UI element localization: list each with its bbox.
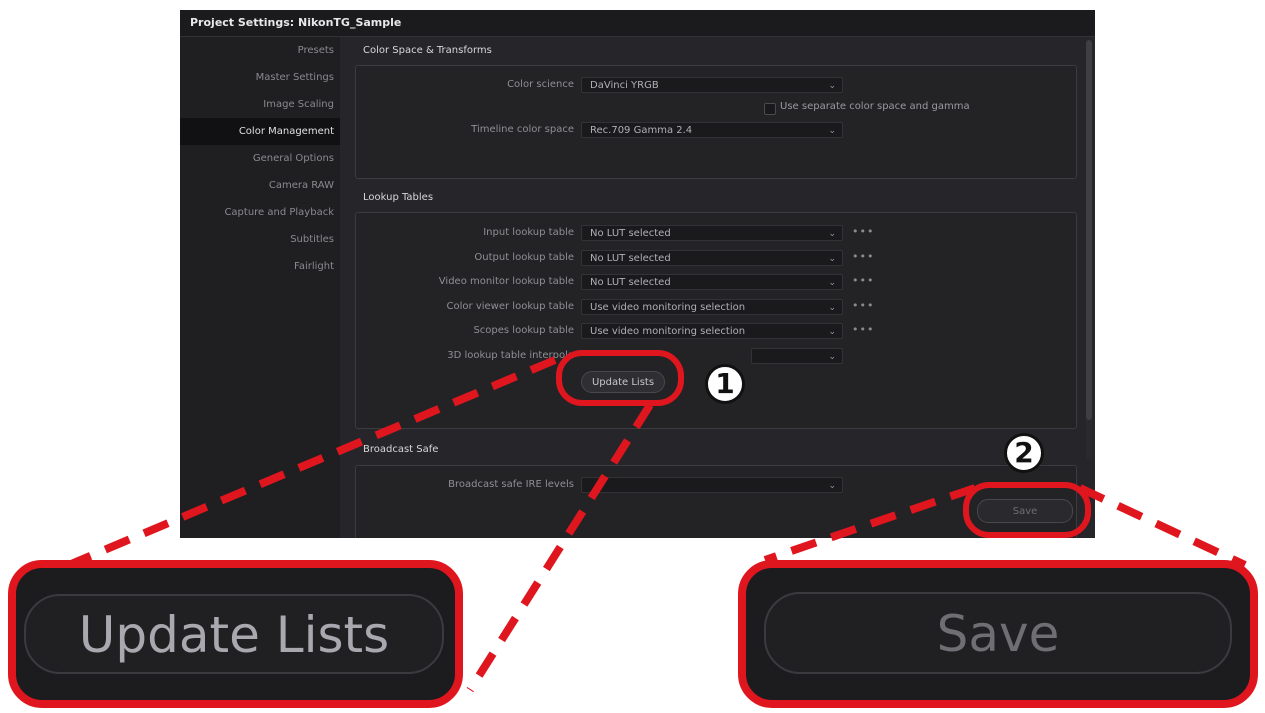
chevron-down-icon: ⌄: [828, 352, 836, 362]
callout-line-right-right: [1078, 484, 1247, 569]
sidebar-item-color-management[interactable]: Color Management: [180, 118, 340, 145]
timeline-color-space-label: Timeline color space: [471, 124, 574, 135]
more-options-icon[interactable]: •••: [852, 225, 874, 238]
video-monitor-lut-select[interactable]: No LUT selected ⌄: [581, 274, 843, 290]
settings-sidebar: Presets Master Settings Image Scaling Co…: [180, 37, 340, 538]
chevron-down-icon: ⌄: [828, 278, 836, 288]
scrollbar-thumb[interactable]: [1086, 40, 1092, 420]
zoomed-save-button: Save: [764, 592, 1232, 674]
sidebar-item-fairlight[interactable]: Fairlight: [180, 253, 340, 280]
chevron-down-icon: ⌄: [828, 126, 836, 136]
window-title: Project Settings: NikonTG_Sample: [180, 10, 1095, 37]
more-options-icon[interactable]: •••: [852, 250, 874, 263]
output-lut-label: Output lookup table: [474, 252, 574, 263]
sidebar-item-image-scaling[interactable]: Image Scaling: [180, 91, 340, 118]
section-title-color-space: Color Space & Transforms: [363, 45, 492, 56]
broadcast-safe-group: Broadcast safe IRE levels ⌄: [355, 465, 1077, 538]
chevron-down-icon: ⌄: [828, 303, 836, 313]
input-lut-value: No LUT selected: [590, 228, 671, 239]
input-lut-select[interactable]: No LUT selected ⌄: [581, 225, 843, 241]
chevron-down-icon: ⌄: [828, 229, 836, 239]
separate-color-space-checkbox[interactable]: [764, 103, 776, 115]
project-settings-window: Project Settings: NikonTG_Sample Presets…: [180, 10, 1095, 538]
color-viewer-lut-label: Color viewer lookup table: [446, 301, 574, 312]
separate-color-space-label: Use separate color space and gamma: [780, 101, 970, 112]
section-title-broadcast-safe: Broadcast Safe: [363, 444, 439, 455]
settings-content: Color Space & Transforms Color science D…: [355, 37, 1077, 538]
save-zoom-panel: Save: [738, 560, 1258, 708]
color-science-select[interactable]: DaVinci YRGB ⌄: [581, 77, 843, 93]
scopes-lut-value: Use video monitoring selection: [590, 326, 746, 337]
update-lists-button[interactable]: Update Lists: [581, 371, 665, 393]
more-options-icon[interactable]: •••: [852, 323, 874, 336]
step-one-badge: 1: [705, 364, 745, 404]
zoomed-update-lists-button: Update Lists: [24, 594, 444, 674]
color-viewer-lut-value: Use video monitoring selection: [590, 302, 746, 313]
sidebar-item-capture-playback[interactable]: Capture and Playback: [180, 199, 340, 226]
chevron-down-icon: ⌄: [828, 254, 836, 264]
more-options-icon[interactable]: •••: [852, 299, 874, 312]
broadcast-ire-select[interactable]: ⌄: [581, 477, 843, 493]
sidebar-item-general-options[interactable]: General Options: [180, 145, 340, 172]
lut-interpolation-select[interactable]: ⌄: [751, 348, 843, 364]
timeline-color-space-value: Rec.709 Gamma 2.4: [590, 125, 693, 136]
scopes-lut-select[interactable]: Use video monitoring selection ⌄: [581, 323, 843, 339]
sidebar-item-master-settings[interactable]: Master Settings: [180, 64, 340, 91]
scopes-lut-label: Scopes lookup table: [473, 325, 574, 336]
color-space-group: Color science DaVinci YRGB ⌄ Use separat…: [355, 65, 1077, 179]
chevron-down-icon: ⌄: [828, 327, 836, 337]
color-science-label: Color science: [507, 79, 574, 90]
sidebar-item-subtitles[interactable]: Subtitles: [180, 226, 340, 253]
color-science-value: DaVinci YRGB: [590, 80, 659, 91]
more-options-icon[interactable]: •••: [852, 274, 874, 287]
chevron-down-icon: ⌄: [828, 81, 836, 91]
sidebar-item-presets[interactable]: Presets: [180, 37, 340, 64]
save-button[interactable]: Save: [977, 499, 1073, 523]
video-monitor-lut-label: Video monitor lookup table: [438, 276, 574, 287]
section-title-lookup-tables: Lookup Tables: [363, 192, 434, 203]
output-lut-value: No LUT selected: [590, 253, 671, 264]
step-two-badge: 2: [1004, 433, 1044, 473]
color-viewer-lut-select[interactable]: Use video monitoring selection ⌄: [581, 299, 843, 315]
sidebar-item-camera-raw[interactable]: Camera RAW: [180, 172, 340, 199]
output-lut-select[interactable]: No LUT selected ⌄: [581, 250, 843, 266]
lut-interpolation-label: 3D lookup table interpola: [447, 350, 574, 361]
chevron-down-icon: ⌄: [828, 481, 836, 491]
timeline-color-space-select[interactable]: Rec.709 Gamma 2.4 ⌄: [581, 122, 843, 138]
broadcast-ire-label: Broadcast safe IRE levels: [448, 479, 574, 490]
update-lists-zoom-panel: Update Lists: [8, 560, 463, 708]
input-lut-label: Input lookup table: [483, 227, 574, 238]
video-monitor-lut-value: No LUT selected: [590, 277, 671, 288]
